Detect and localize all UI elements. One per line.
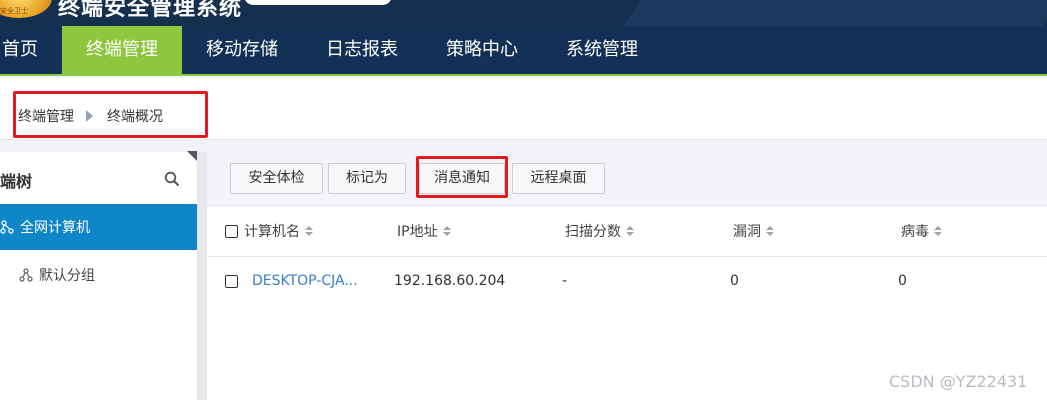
cell-ip-address: 192.168.60.204 xyxy=(394,273,506,289)
mark-as-button[interactable]: 标记为 xyxy=(328,163,406,194)
terminal-tree-title: 端树 xyxy=(0,172,33,191)
nav-item-system-management[interactable]: 系统管理 xyxy=(542,26,662,74)
main-nav: 首页 终端管理 移动存储 日志报表 策略中心 系统管理 xyxy=(0,26,1047,76)
table-row[interactable]: DESKTOP-CJA... 192.168.60.204 - 0 0 xyxy=(207,257,1047,307)
cell-virus: 0 xyxy=(898,273,907,289)
logo-badge-icon: 安全卫士 xyxy=(0,0,52,18)
column-label: 病毒 xyxy=(901,224,929,240)
sort-icon[interactable] xyxy=(934,226,942,236)
group-tree-icon xyxy=(0,220,14,234)
search-icon[interactable] xyxy=(164,171,180,187)
sort-icon[interactable] xyxy=(305,226,313,236)
app-header: 安全卫士 终端安全管理系统 xyxy=(0,0,1047,26)
watermark: CSDN @YZ22431 xyxy=(889,372,1028,391)
sort-icon[interactable] xyxy=(626,226,634,236)
breadcrumb-bar: 终端管理 终端概况 xyxy=(0,78,1047,140)
terminal-tree-panel: 端树 全网计算机 默认分组 xyxy=(0,151,197,400)
computer-table: 计算机名 IP地址 扫描分数 漏洞 病毒 DESKTOP-CJA... 192.… xyxy=(207,206,1047,400)
computer-name-link[interactable]: DESKTOP-CJA... xyxy=(252,273,358,289)
nav-item-log-reports[interactable]: 日志报表 xyxy=(302,26,422,74)
tree-item-label: 默认分组 xyxy=(39,268,95,284)
row-checkbox[interactable] xyxy=(225,274,238,288)
tree-item-all-computers[interactable]: 全网计算机 xyxy=(0,204,197,250)
badge-text: 安全卫士 xyxy=(0,7,28,15)
column-label: 漏洞 xyxy=(733,224,761,240)
column-virus[interactable]: 病毒 xyxy=(901,221,942,241)
group-tree-icon xyxy=(19,268,33,282)
nav-item-home[interactable]: 首页 xyxy=(0,26,62,74)
column-label: IP地址 xyxy=(397,224,438,240)
security-checkup-button[interactable]: 安全体检 xyxy=(230,163,323,194)
cell-scan-score: - xyxy=(562,273,568,289)
nav-item-terminal-management[interactable]: 终端管理 xyxy=(62,26,182,74)
column-ip-address[interactable]: IP地址 xyxy=(397,221,451,241)
column-label: 扫描分数 xyxy=(565,224,621,240)
nav-item-mobile-storage[interactable]: 移动存储 xyxy=(182,26,302,74)
system-title: 终端安全管理系统 xyxy=(58,0,243,21)
remote-desktop-button[interactable]: 远程桌面 xyxy=(512,163,605,194)
collapse-corner-icon[interactable] xyxy=(187,151,197,161)
breadcrumb-highlight-box xyxy=(13,91,208,138)
nav-item-policy-center[interactable]: 策略中心 xyxy=(422,26,542,74)
sort-icon[interactable] xyxy=(442,226,451,236)
header-search-box[interactable] xyxy=(244,0,392,5)
cell-vulnerability: 0 xyxy=(730,273,739,289)
cell-computer-name: DESKTOP-CJA... xyxy=(225,273,358,289)
tree-item-label: 全网计算机 xyxy=(20,220,90,236)
action-toolbar: 安全体检 标记为 消息通知 远程桌面 xyxy=(207,152,1047,206)
sort-icon[interactable] xyxy=(766,226,774,236)
column-computer-name[interactable]: 计算机名 xyxy=(225,221,313,241)
message-notify-highlight-box xyxy=(416,156,508,198)
table-header: 计算机名 IP地址 扫描分数 漏洞 病毒 xyxy=(207,206,1047,257)
column-label: 计算机名 xyxy=(244,224,300,240)
sidebar-splitter[interactable] xyxy=(197,152,207,400)
select-all-checkbox[interactable] xyxy=(225,224,238,238)
header-decoration xyxy=(584,0,1047,26)
tree-item-default-group[interactable]: 默认分组 xyxy=(0,252,197,298)
column-vulnerability[interactable]: 漏洞 xyxy=(733,221,774,241)
column-scan-score[interactable]: 扫描分数 xyxy=(565,221,634,241)
